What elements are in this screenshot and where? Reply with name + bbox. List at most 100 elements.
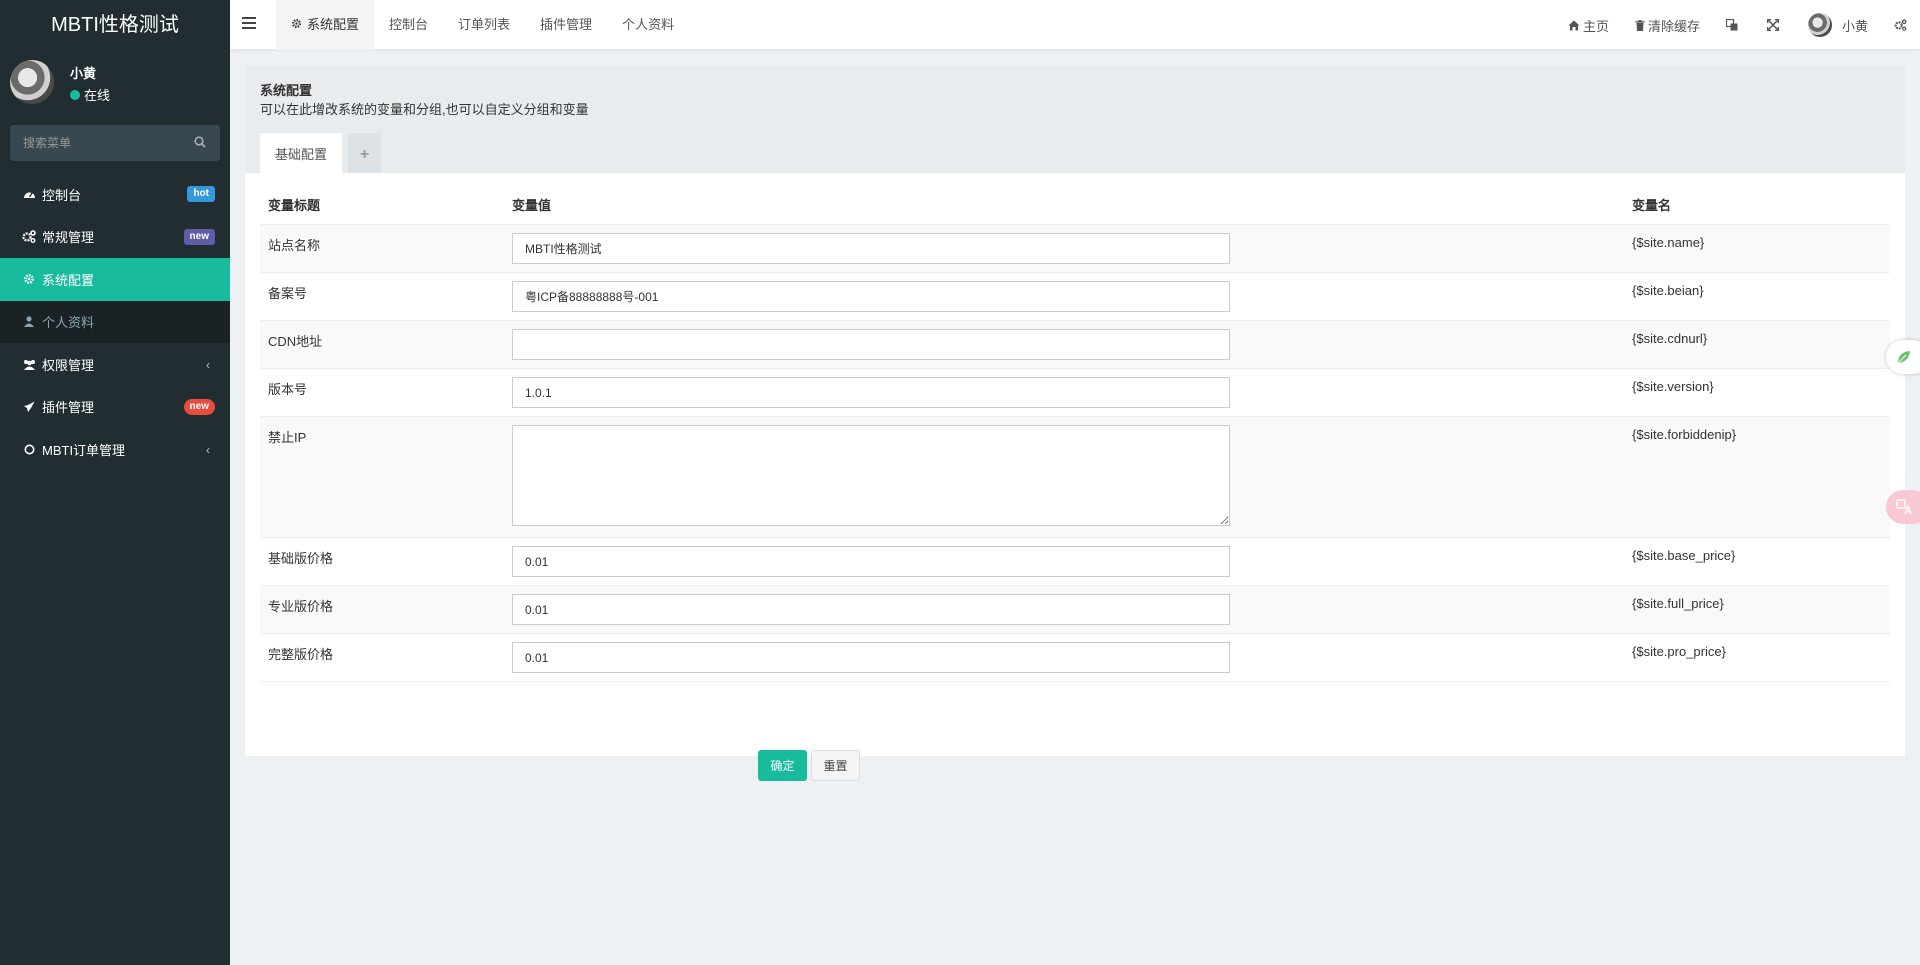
forbidden-ip-textarea[interactable] [512,425,1230,526]
online-dot-icon [70,89,80,100]
tab-dashboard[interactable]: 控制台 [374,0,443,50]
row-value-cell [504,224,1624,273]
sidebar-item-label: 个人资料 [42,315,95,331]
avatar [1807,13,1832,37]
clear-cache-label: 清除缓存 [1647,18,1700,34]
tab-label: 订单列表 [458,17,511,32]
sidebar-item-label: 权限管理 [42,357,95,373]
group-icon [21,359,37,370]
new-badge: new [183,398,215,415]
fullscreen-icon [1766,19,1779,31]
row-value-cell [504,633,1624,682]
row-var-name: {$site.full_price} [1624,585,1890,634]
cdn-url-input[interactable] [512,329,1230,360]
sidebar-item-dashboard[interactable]: 控制台 hot [0,173,230,216]
fullscreen-button[interactable] [1766,19,1782,31]
sidebar-item-label: 插件管理 [42,400,95,416]
nav-tabs: 系统配置 控制台 订单列表 插件管理 个人资料 [276,0,689,50]
sidebar-item-mbti-orders[interactable]: MBTI订单管理 ‹ [0,428,230,471]
base-price-input[interactable] [512,546,1230,577]
sidebar-item-plugins[interactable]: 插件管理 new [0,386,230,429]
panel-heading: 系统配置 可以在此增改系统的变量和分组,也可以自定义分组和变量 基础配置 + [245,65,1905,173]
row-value-cell [504,416,1624,538]
gear-icon [291,17,302,32]
row-value-cell [504,585,1624,634]
user-menu[interactable]: 小黄 [1807,13,1868,37]
language-button[interactable] [1725,19,1741,31]
row-value-cell [504,272,1624,321]
table-row: 站点名称 {$site.name} [260,224,1890,273]
table-row: 版本号 {$site.version} [260,368,1890,417]
tab-label: 个人资料 [622,17,675,32]
row-title: 站点名称 [260,224,504,273]
clear-cache-button[interactable]: 清除缓存 [1635,16,1700,35]
column-header-name: 变量名 [1624,185,1890,225]
sidebar-toggle-icon[interactable] [242,17,256,32]
search-input[interactable] [10,125,220,161]
floating-leaf-widget[interactable] [1886,340,1920,374]
pro-price-input[interactable] [512,642,1230,673]
app-logo[interactable]: MBTI性格测试 [0,0,230,50]
leaf-icon [1897,351,1910,364]
home-link[interactable]: 主页 [1568,16,1609,35]
table-row: 专业版价格 {$site.full_price} [260,585,1890,634]
row-var-name: {$site.name} [1624,224,1890,273]
table-row: 完整版价格 {$site.pro_price} [260,633,1890,682]
config-table: 变量标题 变量值 变量名 站点名称 {$site.name} 备案号 {$sit… [260,185,1890,690]
sidebar-item-label: 控制台 [42,187,82,203]
reset-button[interactable]: 重置 [811,750,860,781]
table-row: CDN地址 {$site.cdnurl} [260,320,1890,369]
version-input[interactable] [512,377,1230,408]
row-var-name: {$site.forbiddenip} [1624,416,1890,538]
settings-button[interactable] [1894,19,1910,31]
dashboard-icon [21,189,37,200]
tab-plugins[interactable]: 插件管理 [525,0,607,50]
tab-basic-config[interactable]: 基础配置 [260,133,343,173]
row-var-name: {$site.version} [1624,368,1890,417]
tab-label: 插件管理 [540,17,593,32]
search-icon[interactable] [194,136,206,148]
page-description: 可以在此增改系统的变量和分组,也可以自定义分组和变量 [260,102,589,117]
full-price-input[interactable] [512,594,1230,625]
add-group-button[interactable]: + [348,133,382,173]
config-panel: 系统配置 可以在此增改系统的变量和分组,也可以自定义分组和变量 基础配置 + 变… [245,65,1905,781]
sidebar-item-profile[interactable]: 个人资料 [0,300,230,343]
row-var-name: {$site.cdnurl} [1624,320,1890,369]
tab-profile[interactable]: 个人资料 [607,0,689,50]
table-header-row: 变量标题 变量值 变量名 [260,185,1890,225]
cogs-icon [21,230,37,244]
sidebar-item-system-config[interactable]: 系统配置 [0,258,230,301]
tab-order-list[interactable]: 订单列表 [443,0,525,50]
user-name: 小黄 [70,66,97,81]
hot-badge: hot [187,186,215,202]
sidebar-item-general[interactable]: 常规管理 new [0,216,230,259]
beian-input[interactable] [512,281,1230,312]
row-title: 基础版价格 [260,537,504,586]
row-title: CDN地址 [260,320,504,369]
new-badge: new [183,228,215,245]
user-status: 在线 [70,85,110,104]
translate-icon [1896,499,1912,515]
user-icon [21,316,37,328]
site-name-input[interactable] [512,233,1230,264]
tab-system-config[interactable]: 系统配置 [276,0,375,50]
row-title: 专业版价格 [260,585,504,634]
menu-search [10,125,220,161]
tab-label: 系统配置 [307,17,360,32]
language-icon [1725,19,1738,31]
row-title: 完整版价格 [260,633,504,682]
home-icon [1568,20,1580,31]
row-var-name: {$site.pro_price} [1624,633,1890,682]
confirm-button[interactable]: 确定 [758,750,807,781]
row-value-cell [504,368,1624,417]
row-title: 版本号 [260,368,504,417]
rocket-icon [21,401,37,413]
floating-translate-widget[interactable] [1886,490,1920,524]
sidebar: MBTI性格测试 小黄 在线 控制台 hot 常规管理 new 系统配置 个人资… [0,0,230,965]
sidebar-item-permissions[interactable]: 权限管理 ‹ [0,343,230,386]
gear-icon [21,273,37,285]
table-row: 备案号 {$site.beian} [260,272,1890,321]
table-row-actions [260,681,1890,690]
row-title: 备案号 [260,272,504,321]
top-navbar: 系统配置 控制台 订单列表 插件管理 个人资料 主页 清除缓存 小黄 [230,0,1920,50]
